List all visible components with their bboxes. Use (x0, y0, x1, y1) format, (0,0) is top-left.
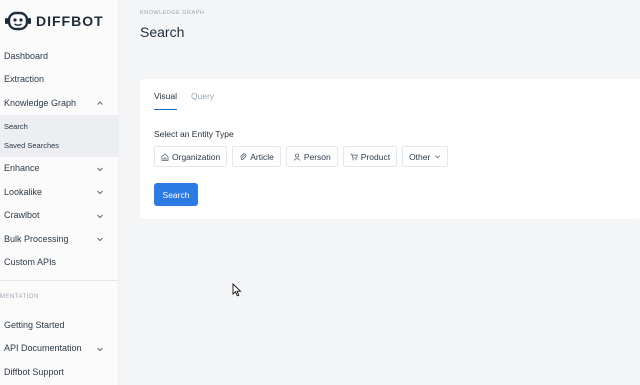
sidebar-item-knowledge-graph[interactable]: Knowledge Graph (0, 91, 118, 115)
mouse-cursor-icon (232, 283, 242, 297)
page-title: Search (140, 24, 185, 40)
sidebar-item-enhance[interactable]: Enhance (0, 157, 118, 181)
sidebar-item-label: Bulk Processing (4, 233, 69, 244)
entity-label: Other (409, 151, 431, 162)
search-mode-tabs: Visual Query (154, 91, 228, 110)
sidebar-item-custom-apis[interactable]: Custom APIs (0, 251, 118, 275)
person-icon (293, 152, 301, 161)
building-icon (161, 152, 169, 161)
entity-product-button[interactable]: Product (342, 146, 398, 167)
search-card: Visual Query Select an Entity Type Organ… (140, 79, 640, 219)
sidebar-item-label: Diffbot Support (4, 366, 64, 377)
entity-type-selector: Organization Article Person Product Othe… (154, 146, 453, 167)
chevron-down-icon (435, 155, 441, 159)
entity-person-button[interactable]: Person (285, 146, 338, 167)
sidebar-item-label: Dashboard (4, 50, 49, 61)
brand-name: DIFFBOT (36, 13, 104, 29)
sidebar-item-api-documentation[interactable]: API Documentation (0, 337, 118, 361)
sidebar-item-getting-started[interactable]: Getting Started (0, 313, 118, 337)
entity-organization-button[interactable]: Organization (154, 146, 228, 167)
sidebar-item-label: Custom APIs (4, 257, 57, 268)
search-button[interactable]: Search (154, 183, 198, 206)
sidebar-item-extraction[interactable]: Extraction (0, 68, 118, 92)
entity-other-dropdown[interactable]: Other (402, 146, 449, 167)
sidebar-item-crawlbot[interactable]: Crawlbot (0, 204, 118, 228)
sidebar-subitem-saved-searches[interactable]: Saved Searches (0, 136, 118, 155)
chevron-down-icon (97, 347, 103, 351)
tab-visual[interactable]: Visual (154, 91, 177, 110)
sidebar-item-lookalike[interactable]: Lookalike (0, 180, 118, 204)
chevron-down-icon (97, 190, 103, 195)
brand-logo[interactable]: DIFFBOT (0, 0, 118, 42)
sidebar-item-label: Getting Started (4, 319, 65, 330)
entity-label: Organization (172, 151, 221, 162)
diffbot-logo-icon (5, 11, 31, 31)
sidebar-item-label: Crawlbot (4, 210, 40, 221)
entity-label: Article (250, 151, 274, 162)
sidebar-item-label: Knowledge Graph (4, 97, 77, 108)
chevron-down-icon (97, 167, 103, 171)
sidebar-item-label: Extraction (4, 74, 45, 85)
breadcrumb[interactable]: KNOWLEDGE GRAPH (140, 10, 204, 16)
documentation-section-label: UMENTATION (0, 294, 39, 300)
chevron-down-icon (97, 214, 103, 218)
tab-query[interactable]: Query (191, 91, 214, 110)
sidebar-divider (0, 280, 118, 281)
entity-article-button[interactable]: Article (232, 146, 281, 167)
knowledge-graph-submenu: Search Saved Searches (0, 114, 118, 157)
main-content: KNOWLEDGE GRAPH Search Visual Query Sele… (119, 0, 640, 385)
cart-icon (350, 153, 358, 160)
entity-label: Product (360, 151, 391, 162)
sidebar-item-label: API Documentation (4, 343, 82, 354)
sidebar-subitem-label: Saved Searches (4, 140, 60, 150)
sidebar-item-bulk-processing[interactable]: Bulk Processing (0, 227, 118, 251)
paperclip-icon (240, 153, 247, 160)
sidebar: DIFFBOT Dashboard Extraction Knowledge G… (0, 0, 119, 385)
sidebar-subitem-label: Search (4, 121, 28, 131)
sidebar-item-diffbot-support[interactable]: Diffbot Support (0, 360, 118, 384)
entity-label: Person (303, 151, 331, 162)
sidebar-item-label: Lookalike (4, 186, 43, 197)
sidebar-item-dashboard[interactable]: Dashboard (0, 44, 118, 68)
sidebar-subitem-search[interactable]: Search (0, 117, 118, 136)
entity-type-label: Select an Entity Type (154, 129, 234, 139)
chevron-down-icon (97, 237, 103, 242)
sidebar-item-label: Enhance (4, 163, 40, 174)
chevron-up-icon (97, 101, 103, 105)
